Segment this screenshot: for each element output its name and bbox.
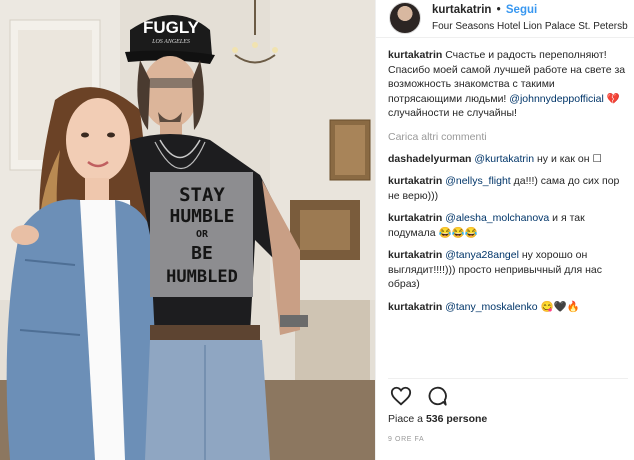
caption-username[interactable]: kurtakatrin [388, 49, 442, 61]
post-header: kurtakatrin • Segui Four Seasons Hotel L… [376, 0, 634, 38]
shirt-line-4: BE [191, 243, 213, 264]
post-timestamp: 9 ORE FA [388, 436, 425, 443]
header-user-line: kurtakatrin • Segui [432, 4, 537, 16]
comment-bubble-icon[interactable] [426, 385, 448, 407]
author-username[interactable]: kurtakatrin [432, 4, 491, 16]
comment-mention[interactable]: @tany_moskalenko [445, 301, 537, 313]
post-sidebar: kurtakatrin • Segui Four Seasons Hotel L… [375, 0, 634, 460]
comment-mention[interactable]: @tanya28angel [445, 249, 519, 261]
post-photo-illustration: FUGLY LOS ANGELES STAY HUMBLE OR BE HUMB… [0, 0, 375, 460]
comment-username[interactable]: kurtakatrin [388, 301, 442, 313]
comments-list: kurtakatrin Счастье и радость переполняю… [388, 48, 628, 314]
likes-number[interactable]: 536 persone [426, 413, 487, 425]
likes-prefix: Piace a [388, 413, 426, 425]
comment-mention[interactable]: @nellys_flight [445, 175, 511, 187]
post-photo[interactable]: FUGLY LOS ANGELES STAY HUMBLE OR BE HUMB… [0, 0, 375, 460]
avatar[interactable] [389, 2, 421, 34]
likes-count[interactable]: Piace a 536 persone [388, 413, 487, 425]
separator-dot: • [496, 4, 501, 16]
load-more-comments-button[interactable]: Carica altri commenti [388, 130, 628, 144]
comment-mention[interactable]: @kurtakatrin [474, 153, 534, 165]
follow-button[interactable]: Segui [506, 4, 537, 16]
comment-item: kurtakatrin @nellys_flight да!!!) сама д… [388, 174, 628, 203]
comment-text: 😋🖤🔥 [537, 300, 580, 313]
location-link[interactable]: Four Seasons Hotel Lion Palace St. Peter… [432, 21, 628, 32]
heart-icon[interactable] [390, 385, 412, 407]
comment-item: kurtakatrin @alesha_molchanova и я так п… [388, 211, 628, 240]
comment-username[interactable]: dashadelyurman [388, 153, 471, 165]
caption-mention[interactable]: @johnnydeppofficial [509, 93, 604, 105]
post-caption: kurtakatrin Счастье и радость переполняю… [388, 48, 628, 121]
shirt-line-3: OR [196, 229, 209, 240]
shirt-line-2: HUMBLE [169, 206, 234, 227]
comment-item: dashadelyurman @kurtakatrin ну и как он … [388, 152, 628, 167]
comment-text: ну и как он ☐ [534, 152, 602, 165]
action-bar [388, 378, 628, 408]
cap-logo-text: FUGLY [143, 18, 200, 37]
shirt-line-1: STAY [179, 184, 225, 206]
comment-mention[interactable]: @alesha_molchanova [445, 212, 549, 224]
shirt-line-5: HUMBLED [166, 267, 238, 287]
comment-username[interactable]: kurtakatrin [388, 175, 442, 187]
comment-username[interactable]: kurtakatrin [388, 212, 442, 224]
comment-username[interactable]: kurtakatrin [388, 249, 442, 261]
cap-logo-subtext: LOS ANGELES [151, 39, 190, 45]
comment-item: kurtakatrin @tany_moskalenko 😋🖤🔥 [388, 300, 628, 315]
comment-item: kurtakatrin @tanya28angel ну хорошо он в… [388, 248, 628, 292]
